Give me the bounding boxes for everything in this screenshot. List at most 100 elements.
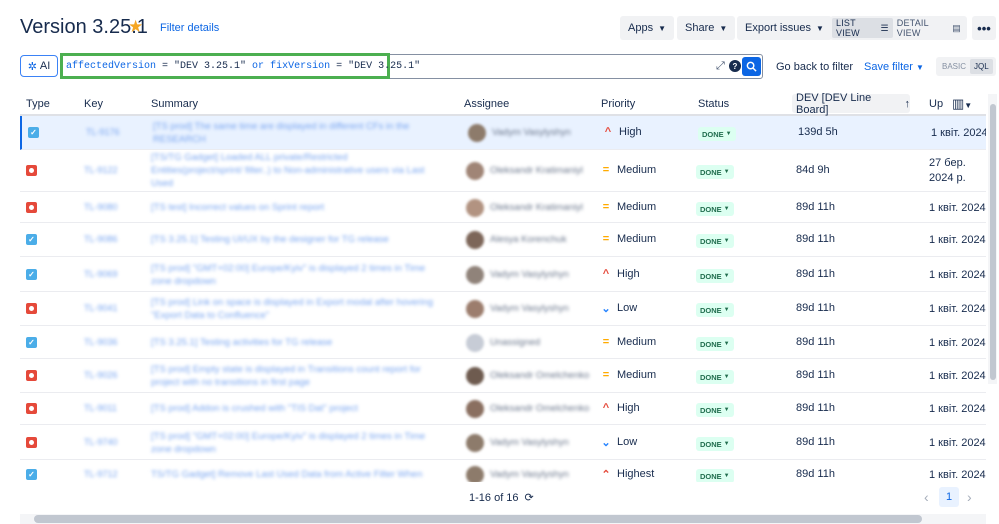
share-button[interactable]: Share ▼ xyxy=(677,16,736,40)
status-badge[interactable]: DONE ▼ xyxy=(696,303,734,317)
bug-icon xyxy=(26,437,37,448)
table-row[interactable]: TL-9740 [TS prod] "GMT+02:00] Europe/Kyiv… xyxy=(20,425,986,460)
filter-details-link[interactable]: Filter details xyxy=(160,22,219,34)
more-actions-button[interactable]: ••• xyxy=(972,16,996,40)
column-dev-line-board[interactable]: DEV [DEV Line Board] ↑ xyxy=(792,92,910,116)
column-summary[interactable]: Summary xyxy=(151,98,198,110)
issue-key-link[interactable]: TL-9080 xyxy=(84,202,118,212)
jql-operator: = xyxy=(330,61,349,72)
previous-page-icon[interactable]: ‹ xyxy=(924,489,929,505)
task-icon: ✓ xyxy=(28,127,39,138)
status-badge[interactable]: DONE ▼ xyxy=(696,202,734,216)
updated-date: 27 бер. 2024 р. xyxy=(929,157,966,184)
vertical-scrollbar-thumb[interactable] xyxy=(990,104,996,380)
column-key[interactable]: Key xyxy=(84,98,103,110)
status-badge[interactable]: DONE ▼ xyxy=(696,337,734,351)
issue-key-link[interactable]: TL-9036 xyxy=(84,337,118,347)
issue-summary-link[interactable]: [TS prod] Empty state is displayed in Tr… xyxy=(151,363,436,389)
help-icon[interactable]: ? xyxy=(729,60,741,72)
issue-summary-link[interactable]: TS/TG Gadget] Remove Last Used Data from… xyxy=(151,468,436,481)
issue-key-link[interactable]: TL-9086 xyxy=(84,234,118,244)
table-row[interactable]: ✓ TL-9036 [TS 3.25.1] Testing activities f… xyxy=(20,326,986,359)
horizontal-scrollbar-thumb[interactable] xyxy=(34,515,922,523)
page-1-button[interactable]: 1 xyxy=(939,487,959,507)
issue-key-link[interactable]: TL-9011 xyxy=(84,403,117,413)
search-button[interactable] xyxy=(742,57,761,76)
issue-summary-link[interactable]: [TS 3.25.1] Testing UI/UX by the designe… xyxy=(151,233,436,246)
status-badge[interactable]: DONE ▼ xyxy=(696,469,734,482)
dev-time-value: 89d 11h xyxy=(796,468,835,480)
column-type[interactable]: Type xyxy=(26,98,50,110)
next-page-icon[interactable]: › xyxy=(967,489,972,505)
updated-date: 1 квіт. 2024 р. xyxy=(929,437,986,449)
jql-mode-button[interactable]: JQL xyxy=(970,59,993,74)
table-row[interactable]: ✓ TL-9086 [TS 3.25.1] Testing UI/UX by the… xyxy=(20,223,986,257)
issue-summary-link[interactable]: [TS prod] The same time are displayed in… xyxy=(153,120,438,146)
refresh-icon[interactable]: ⟳ xyxy=(525,491,534,504)
table-row[interactable]: TL-9080 [TS test] Incorrect values on Spr… xyxy=(20,192,986,223)
issue-key-link[interactable]: TL-9712 xyxy=(84,469,118,479)
issue-summary-link[interactable]: [TS test] Incorrect values on Sprint rep… xyxy=(151,201,436,214)
detail-view-button[interactable]: DETAIL VIEW ▤ xyxy=(893,18,965,38)
table-row[interactable]: TL-9041 [TS prod] Link on space is displa… xyxy=(20,292,986,326)
issue-key-link[interactable]: TL-9176 xyxy=(86,127,120,137)
status-badge[interactable]: DONE ▼ xyxy=(696,234,734,248)
status-badge[interactable]: DONE ▼ xyxy=(696,403,734,417)
status-badge[interactable]: DONE ▼ xyxy=(698,127,736,141)
status-label: DONE xyxy=(700,405,722,415)
ai-button[interactable]: ✲ AI xyxy=(20,55,58,77)
expand-icon[interactable]: ⤢ xyxy=(716,60,725,73)
table-row[interactable]: TL-9026 [TS prod] Empty state is displaye… xyxy=(20,359,986,393)
issue-summary-link[interactable]: [TS prod] Link on space is displayed in … xyxy=(151,296,436,322)
updated-date: 1 квіт. 2024 р. xyxy=(931,127,986,139)
apps-button[interactable]: Apps ▼ xyxy=(620,16,674,40)
jql-field: affectedVersion xyxy=(66,61,157,72)
list-view-button[interactable]: LIST VIEW ☰ xyxy=(832,18,893,38)
jql-query-text[interactable]: affectedVersion = "DEV 3.25.1" or fixVer… xyxy=(66,61,420,72)
issue-key-link[interactable]: TL-9069 xyxy=(84,269,118,279)
issue-summary-link[interactable]: [TS prod] "GMT+02:00] Europe/Kyiv" is di… xyxy=(151,262,436,288)
status-label: DONE xyxy=(702,129,724,139)
table-row[interactable]: ✓ TL-9069 [TS prod] "GMT+02:00] Europe/Kyi… xyxy=(20,257,986,292)
status-badge[interactable]: DONE ▼ xyxy=(696,370,734,384)
bug-icon xyxy=(26,202,37,213)
issue-summary-link[interactable]: [TS 3.25.1] Testing activities for TG re… xyxy=(151,336,436,349)
avatar xyxy=(466,367,484,385)
column-picker-button[interactable]: ▥▼ xyxy=(952,96,972,112)
status-label: DONE xyxy=(700,471,722,481)
basic-mode-button[interactable]: BASIC xyxy=(938,59,970,74)
column-up[interactable]: Up xyxy=(929,98,943,110)
column-priority[interactable]: Priority xyxy=(601,98,635,110)
issue-key-link[interactable]: TL-9122 xyxy=(84,165,118,175)
chevron-down-icon: ▼ xyxy=(723,169,730,175)
dev-time-value: 89d 11h xyxy=(796,402,835,414)
export-issues-button[interactable]: Export issues ▼ xyxy=(737,16,832,40)
search-mode-toggle: BASIC JQL xyxy=(936,57,996,76)
assignee-name: Vadym Vasylyshyn xyxy=(490,469,569,480)
go-back-to-filter-link[interactable]: Go back to filter xyxy=(776,61,853,73)
issue-summary-link[interactable]: [TS prod] Addon is crushed with "TIS Dat… xyxy=(151,402,436,415)
status-badge[interactable]: DONE ▼ xyxy=(696,165,734,179)
chevron-down-icon: ▼ xyxy=(723,273,730,279)
issue-key-link[interactable]: TL-9740 xyxy=(84,437,118,447)
issue-summary-link[interactable]: [TS prod] "GMT+02:00] Europe/Kyiv" is di… xyxy=(151,430,436,456)
issue-key-link[interactable]: TL-9041 xyxy=(84,303,118,313)
column-assignee[interactable]: Assignee xyxy=(464,98,509,110)
table-row[interactable]: ✓ TL-9176 [TS prod] The same time are disp… xyxy=(20,116,986,150)
priority-label: High xyxy=(617,268,640,280)
jql-keyword: or xyxy=(246,61,271,72)
column-status[interactable]: Status xyxy=(698,98,729,110)
save-filter-button[interactable]: Save filter ▼ xyxy=(864,61,924,73)
issue-key-link[interactable]: TL-9026 xyxy=(84,370,118,380)
table-row[interactable]: TL-9011 [TS prod] Addon is crushed with "… xyxy=(20,393,986,425)
chevron-down-icon: ▼ xyxy=(658,23,666,33)
status-label: DONE xyxy=(700,167,722,177)
star-icon[interactable]: ★ xyxy=(128,17,143,37)
updated-date: 1 квіт. 2024 р. xyxy=(929,370,986,382)
issue-summary-link[interactable]: [TS/TG Gadget] Loaded ALL private/Restri… xyxy=(151,151,436,190)
status-badge[interactable]: DONE ▼ xyxy=(696,437,734,451)
table-row[interactable]: TL-9122 [TS/TG Gadget] Loaded ALL private… xyxy=(20,150,986,192)
dev-time-value: 89d 11h xyxy=(796,336,835,348)
table-row[interactable]: ✓ TL-9712 TS/TG Gadget] Remove Last Used D… xyxy=(20,460,986,482)
status-badge[interactable]: DONE ▼ xyxy=(696,269,734,283)
